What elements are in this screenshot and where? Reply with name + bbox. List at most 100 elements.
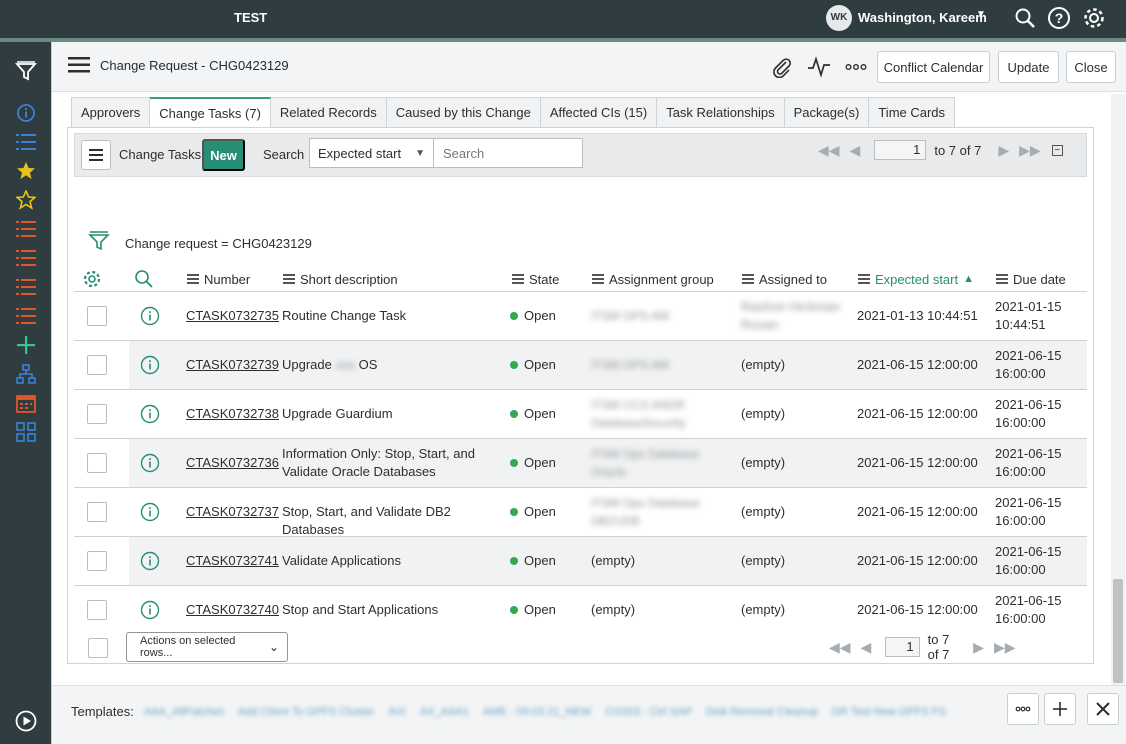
column-settings-icon[interactable]	[82, 265, 102, 293]
page-input[interactable]: 1	[885, 637, 920, 657]
task-number-link[interactable]: CTASK0732741	[186, 552, 279, 570]
close-templates-icon[interactable]	[1087, 693, 1119, 725]
search-field-select[interactable]: Expected start ▼	[309, 138, 434, 168]
prev-page-icon[interactable]: ◀	[850, 142, 861, 159]
template-item[interactable]: CO203 - Ctrl SAP	[605, 706, 692, 718]
gear-icon[interactable]	[1082, 6, 1106, 30]
preview-info-icon[interactable]	[140, 355, 160, 375]
tab-related-records[interactable]: Related Records	[270, 97, 387, 128]
chevron-down-icon[interactable]: ▼	[976, 9, 986, 20]
column-header-state[interactable]: State	[512, 265, 559, 293]
assignment-group[interactable]: ITSM CCS ANDR DatabaseSecurity	[591, 396, 711, 432]
collapse-icon[interactable]: −	[1051, 144, 1063, 156]
column-search-icon[interactable]	[134, 265, 154, 293]
preview-info-icon[interactable]	[140, 453, 160, 473]
task-number-link[interactable]: CTASK0732739	[186, 356, 279, 374]
template-item[interactable]: Add Client To GPFS Cluster	[238, 706, 374, 718]
close-button[interactable]: Close	[1066, 51, 1116, 83]
activity-icon[interactable]	[807, 55, 831, 79]
prev-page-icon[interactable]: ◀	[861, 639, 872, 656]
template-item[interactable]: Disk Removal Cleanup	[706, 706, 818, 718]
assignment-group[interactable]: ITSM Ops Database Oracle	[591, 445, 711, 481]
template-item[interactable]: AX_AAA1	[420, 706, 469, 718]
tab-time-cards[interactable]: Time Cards	[869, 97, 956, 128]
template-item[interactable]: AAA_AllPatches	[144, 706, 224, 718]
column-header-assigned-to[interactable]: Assigned to	[742, 265, 827, 293]
conflict-calendar-button[interactable]: Conflict Calendar	[877, 51, 990, 83]
more-options-icon[interactable]	[844, 55, 868, 79]
task-number-link[interactable]: CTASK0732738	[186, 405, 279, 423]
preview-info-icon[interactable]	[140, 551, 160, 571]
tab-approvers[interactable]: Approvers	[71, 97, 151, 128]
search-input[interactable]: Search	[433, 138, 583, 168]
page-input[interactable]: 1	[874, 140, 927, 160]
update-button[interactable]: Update	[998, 51, 1059, 83]
next-page-icon[interactable]: ▶	[998, 142, 1009, 159]
column-header-assignment-group[interactable]: Assignment group	[592, 265, 714, 293]
template-item[interactable]: AME - 09.03.21_NEW	[483, 706, 591, 718]
plus-icon[interactable]	[14, 333, 38, 357]
column-header-number[interactable]: Number	[187, 265, 250, 293]
task-number-link[interactable]: CTASK0732740	[186, 601, 279, 619]
list-orange-icon[interactable]	[14, 217, 38, 241]
search-icon[interactable]	[1013, 6, 1037, 30]
add-template-icon[interactable]	[1044, 693, 1076, 725]
assigned-to[interactable]: Rashon Hickman Roxan	[741, 298, 851, 334]
preview-info-icon[interactable]	[140, 502, 160, 522]
help-icon[interactable]: ?	[1047, 6, 1071, 30]
info-icon[interactable]	[14, 101, 38, 125]
first-page-icon[interactable]: ◀◀	[829, 639, 851, 656]
actions-select[interactable]: Actions on selected rows... ⌄	[126, 632, 288, 662]
filter-navigator-icon[interactable]	[14, 59, 38, 83]
last-page-icon[interactable]: ▶▶	[994, 639, 1016, 656]
row-checkbox[interactable]	[87, 453, 107, 473]
new-button[interactable]: New	[202, 139, 245, 171]
scrollbar[interactable]	[1111, 94, 1125, 688]
scrollbar-thumb[interactable]	[1113, 579, 1123, 683]
assignment-group[interactable]: ITSM OPS AM	[591, 356, 711, 374]
assignment-group[interactable]: ITSM OPS AM	[591, 307, 711, 325]
list-icon[interactable]	[14, 130, 38, 154]
calendar-icon[interactable]	[14, 391, 38, 415]
row-checkbox[interactable]	[87, 551, 107, 571]
next-page-icon[interactable]: ▶	[973, 639, 984, 656]
column-header-expected-start[interactable]: Expected start ▲	[858, 265, 974, 293]
filter-breadcrumb[interactable]: Change request = CHG0423129	[125, 236, 312, 251]
tab-caused-by-change[interactable]: Caused by this Change	[386, 97, 541, 128]
play-icon[interactable]	[14, 709, 38, 733]
list-orange-icon[interactable]	[14, 304, 38, 328]
template-item[interactable]: DR Test New GPFS FS	[832, 706, 946, 718]
hamburger-icon[interactable]	[68, 56, 90, 74]
star-filled-icon[interactable]	[14, 159, 38, 183]
avatar[interactable]: WK	[826, 5, 852, 31]
assignment-group[interactable]: ITSM Ops Database DB2UDB	[591, 494, 711, 530]
star-outline-icon[interactable]	[14, 188, 38, 212]
paperclip-icon[interactable]	[770, 55, 794, 79]
row-checkbox[interactable]	[87, 404, 107, 424]
task-number-link[interactable]: CTASK0732736	[186, 454, 279, 472]
select-all-checkbox[interactable]	[88, 638, 108, 658]
template-item[interactable]: AIX	[388, 706, 406, 718]
tab-task-relationships[interactable]: Task Relationships	[657, 97, 785, 128]
row-checkbox[interactable]	[87, 306, 107, 326]
task-number-link[interactable]: CTASK0732737	[186, 503, 279, 521]
column-header-short-description[interactable]: Short description	[283, 265, 398, 293]
row-checkbox[interactable]	[87, 355, 107, 375]
preview-info-icon[interactable]	[140, 306, 160, 326]
tab-change-tasks[interactable]: Change Tasks (7)	[150, 97, 271, 128]
tab-affected-cis[interactable]: Affected CIs (15)	[540, 97, 658, 128]
grid-icon[interactable]	[14, 420, 38, 444]
hierarchy-icon[interactable]	[14, 362, 38, 386]
preview-info-icon[interactable]	[140, 404, 160, 424]
user-menu[interactable]: Washington, Kareem	[858, 10, 987, 25]
first-page-icon[interactable]: ◀◀	[818, 142, 840, 159]
templates-more-icon[interactable]	[1007, 693, 1039, 725]
row-checkbox[interactable]	[87, 600, 107, 620]
column-header-due-date[interactable]: Due date	[996, 265, 1066, 293]
filter-icon[interactable]	[88, 230, 110, 255]
tab-packages[interactable]: Package(s)	[784, 97, 870, 128]
task-number-link[interactable]: CTASK0732735	[186, 307, 279, 325]
last-page-icon[interactable]: ▶▶	[1019, 142, 1041, 159]
list-orange-icon[interactable]	[14, 246, 38, 270]
row-checkbox[interactable]	[87, 502, 107, 522]
